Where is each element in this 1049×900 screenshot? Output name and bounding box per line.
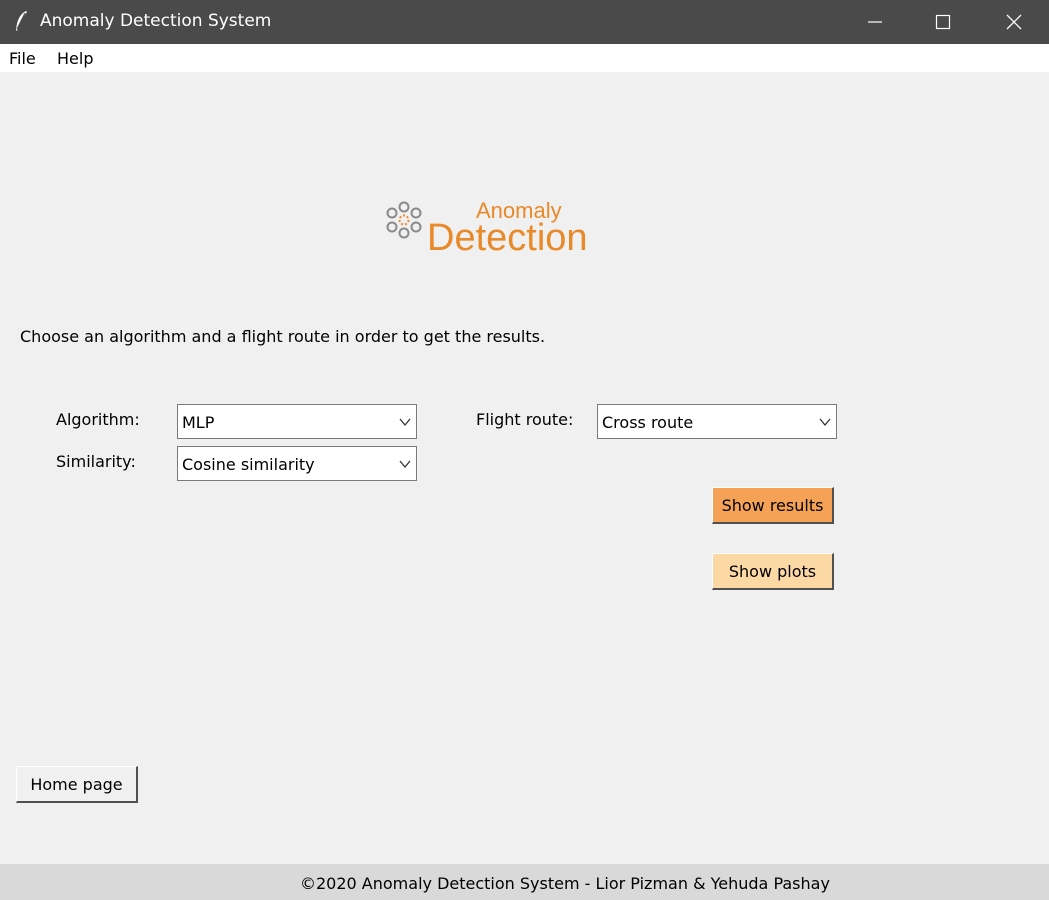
home-page-button[interactable]: Home page bbox=[16, 766, 138, 803]
menu-help[interactable]: Help bbox=[57, 49, 93, 68]
chevron-down-icon bbox=[819, 418, 831, 427]
flight-route-label: Flight route: bbox=[476, 410, 574, 429]
maximize-button[interactable] bbox=[908, 0, 978, 44]
chevron-down-icon bbox=[399, 418, 411, 427]
window-title: Anomaly Detection System bbox=[40, 11, 272, 31]
minimize-button[interactable] bbox=[840, 0, 910, 44]
flight-route-select[interactable]: Cross route bbox=[597, 404, 837, 439]
show-results-button[interactable]: Show results bbox=[712, 487, 834, 524]
copyright-text: ©2020 Anomaly Detection System - Lior Pi… bbox=[300, 874, 830, 893]
chevron-down-icon bbox=[399, 460, 411, 469]
similarity-select[interactable]: Cosine similarity bbox=[177, 446, 417, 481]
footer: ©2020 Anomaly Detection System - Lior Pi… bbox=[0, 864, 1049, 900]
logo-line2: Detection bbox=[427, 217, 588, 259]
title-bar: Anomaly Detection System bbox=[0, 0, 1049, 44]
close-button[interactable] bbox=[979, 0, 1049, 44]
maximize-icon bbox=[935, 14, 951, 30]
menu-file[interactable]: File bbox=[9, 49, 36, 68]
menu-bar: File Help bbox=[0, 44, 1049, 72]
flight-route-value: Cross route bbox=[602, 413, 694, 432]
algorithm-label: Algorithm: bbox=[56, 410, 140, 429]
anomaly-detection-logo: Anomaly Detection bbox=[380, 196, 670, 260]
algorithm-select[interactable]: MLP bbox=[177, 404, 417, 439]
algorithm-value: MLP bbox=[182, 413, 215, 432]
similarity-label: Similarity: bbox=[56, 452, 136, 471]
feather-icon bbox=[14, 10, 28, 32]
similarity-value: Cosine similarity bbox=[182, 455, 315, 474]
close-icon bbox=[1006, 14, 1022, 30]
minimize-icon bbox=[868, 21, 882, 23]
show-plots-button[interactable]: Show plots bbox=[712, 553, 834, 590]
instruction-text: Choose an algorithm and a flight route i… bbox=[20, 327, 546, 346]
